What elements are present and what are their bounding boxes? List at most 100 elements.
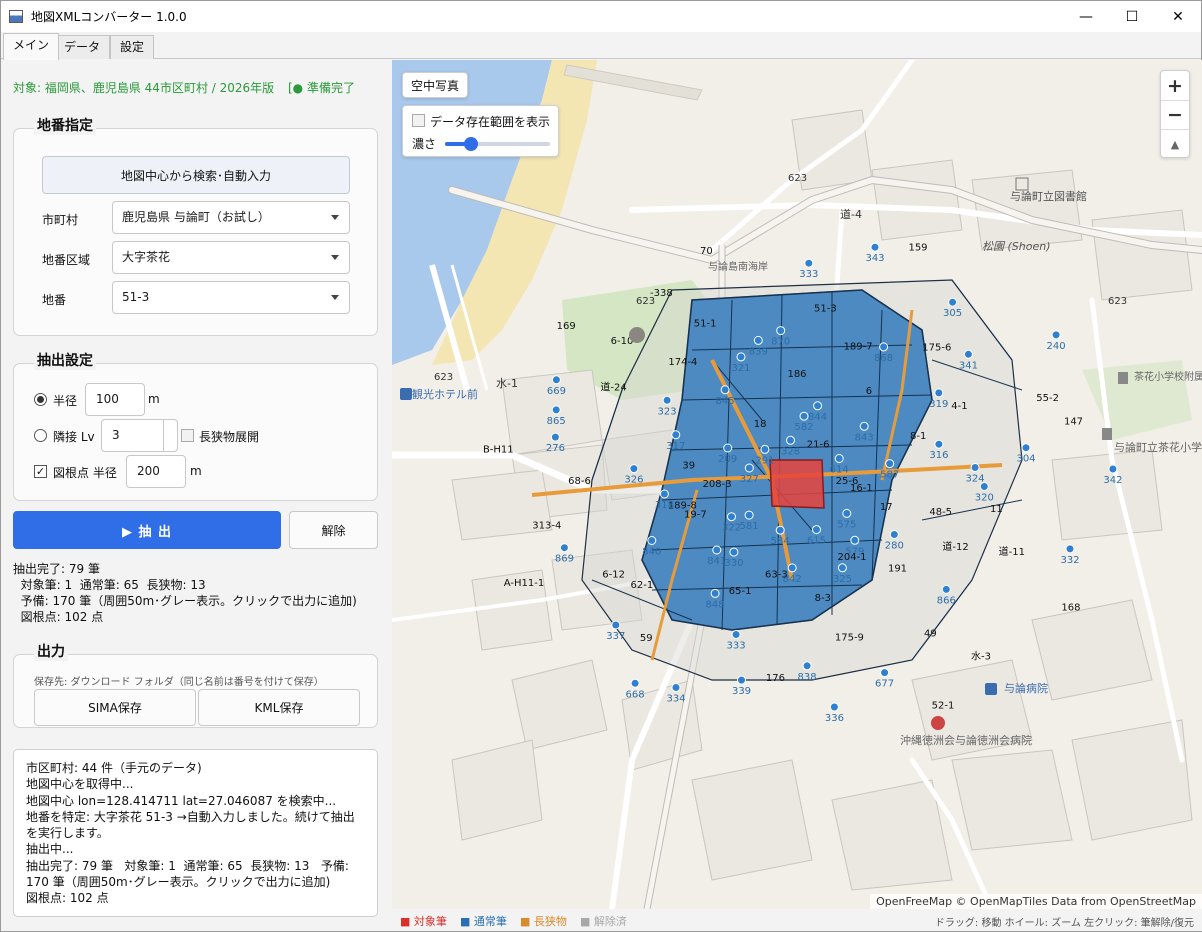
control-point-marker[interactable]	[834, 454, 844, 463]
point-checkbox[interactable]: ✓	[34, 465, 47, 478]
aerial-photo-button[interactable]: 空中写真	[402, 72, 468, 98]
control-point-marker[interactable]	[880, 668, 890, 678]
control-point-marker[interactable]	[802, 661, 812, 671]
control-point-marker[interactable]	[829, 702, 839, 712]
density-slider[interactable]	[445, 137, 550, 151]
map-view[interactable]: 25-6 581 582 579 39 614 584 18 17 19-7 21-6 615 209 5…	[392, 60, 1202, 909]
control-point-marker[interactable]	[1108, 464, 1118, 474]
control-point-marker[interactable]	[731, 630, 741, 639]
compass-north-icon[interactable]: ▲	[1161, 129, 1189, 158]
control-point-marker[interactable]	[948, 297, 958, 307]
control-point-marker[interactable]	[837, 563, 847, 573]
sima-save-button[interactable]: SIMA保存	[34, 689, 196, 726]
control-point-marker[interactable]	[753, 335, 763, 345]
point-label: 333	[727, 641, 746, 652]
parcel-label: 49	[924, 628, 937, 639]
control-point-marker[interactable]	[744, 510, 754, 520]
control-point-marker[interactable]	[1051, 330, 1061, 340]
chevron-down-icon	[331, 295, 339, 300]
control-point-marker[interactable]	[647, 536, 657, 545]
control-point-marker[interactable]	[744, 463, 754, 473]
close-button[interactable]: ✕	[1155, 1, 1201, 32]
control-point-marker[interactable]	[712, 545, 722, 555]
minimize-button[interactable]: —	[1063, 1, 1109, 32]
lot-select[interactable]: 51-3	[112, 281, 350, 314]
control-point-marker[interactable]	[786, 435, 795, 445]
tab-data[interactable]: データ	[54, 35, 111, 59]
control-point-marker[interactable]	[710, 588, 720, 598]
control-point-marker[interactable]	[970, 463, 980, 472]
control-point-marker[interactable]	[729, 547, 739, 557]
control-point-marker[interactable]	[842, 508, 852, 518]
control-point-marker[interactable]	[776, 326, 786, 336]
output-group: 出力 保存先: ダウンロード フォルダ（同じ名前は番号を付けて保存） SIMA保…	[13, 641, 378, 728]
control-point-marker[interactable]	[879, 342, 889, 352]
control-point-marker[interactable]	[723, 443, 733, 453]
point-label: 866	[937, 595, 956, 606]
parcel-label: 68-6	[568, 476, 591, 487]
control-point-marker[interactable]	[799, 411, 809, 421]
control-point-marker[interactable]	[737, 675, 746, 685]
control-point-marker[interactable]	[727, 512, 736, 522]
adjacent-input[interactable]: 3	[101, 419, 178, 452]
zoom-out-button[interactable]: −	[1161, 100, 1189, 129]
point-radius-input[interactable]: 200	[126, 455, 186, 488]
control-point-marker[interactable]	[611, 620, 621, 630]
tab-settings[interactable]: 設定	[110, 35, 155, 59]
control-point-marker[interactable]	[859, 421, 869, 431]
control-point-marker[interactable]	[804, 258, 814, 268]
extract-button[interactable]: ▶ 抽 出	[13, 511, 281, 549]
control-point-marker[interactable]	[662, 395, 672, 405]
radius-input[interactable]: 100	[85, 383, 145, 416]
kml-save-button[interactable]: KML保存	[198, 689, 360, 726]
log-line: 抽出中...	[26, 842, 74, 857]
spinner-arrows-icon[interactable]	[163, 419, 177, 452]
area-select[interactable]: 大字茶花	[112, 241, 350, 274]
control-point-marker[interactable]	[671, 683, 681, 692]
control-point-marker[interactable]	[671, 430, 681, 440]
control-point-marker[interactable]	[941, 584, 951, 594]
control-point-marker[interactable]	[934, 388, 944, 398]
long-expand-checkbox[interactable]	[181, 429, 194, 442]
control-point-marker[interactable]	[889, 530, 899, 539]
control-point-marker[interactable]	[551, 405, 561, 415]
clear-button[interactable]: 解除	[289, 511, 378, 549]
control-point-marker[interactable]	[659, 489, 669, 499]
control-point-marker[interactable]	[850, 535, 860, 545]
control-point-marker[interactable]	[550, 432, 560, 442]
density-slider-handle[interactable]	[464, 137, 479, 151]
city-select[interactable]: 鹿児島県 与論町（お試し）	[112, 201, 350, 234]
control-point-marker[interactable]	[720, 385, 730, 395]
map-canvas[interactable]: 25-658158257939 614584181719-721-66152095…	[392, 60, 1202, 909]
control-point-marker[interactable]	[775, 525, 785, 535]
map-attribution[interactable]: OpenFreeMap © OpenMapTiles Data from Ope…	[870, 894, 1202, 909]
lot-group: 地番指定 地図中心から検索･自動入力 市町村 鹿児島県 与論町（お試し） 地番区…	[13, 115, 378, 336]
control-point-marker[interactable]	[934, 439, 944, 449]
control-point-marker[interactable]	[559, 543, 569, 553]
control-point-marker[interactable]	[736, 352, 746, 362]
control-point-marker[interactable]	[1065, 544, 1075, 554]
control-point-marker[interactable]	[885, 459, 895, 469]
control-point-marker[interactable]	[787, 563, 797, 573]
radius-radio[interactable]	[34, 393, 47, 406]
point-label: 316	[929, 450, 948, 461]
control-point-marker[interactable]	[629, 464, 639, 474]
point-label: 844	[808, 412, 827, 423]
adjacent-radio[interactable]	[34, 429, 47, 442]
data-range-checkbox[interactable]	[412, 114, 425, 127]
control-point-marker[interactable]	[963, 349, 973, 359]
zoom-in-button[interactable]: +	[1161, 71, 1189, 100]
maximize-button[interactable]: ☐	[1109, 1, 1155, 32]
control-point-marker[interactable]	[870, 242, 880, 252]
control-point-marker[interactable]	[760, 444, 770, 454]
control-point-marker[interactable]	[630, 678, 640, 688]
autofill-button[interactable]: 地図中心から検索･自動入力	[42, 156, 350, 194]
control-point-marker[interactable]	[812, 525, 821, 535]
control-point-marker[interactable]	[551, 375, 561, 385]
ready-status: [● 準備完了	[287, 81, 355, 95]
control-point-marker[interactable]	[813, 401, 823, 411]
tab-main[interactable]: メイン	[3, 33, 60, 60]
point-label: 669	[547, 386, 566, 397]
parcel-label: 189-7	[844, 342, 873, 353]
control-point-marker[interactable]	[1021, 443, 1031, 453]
